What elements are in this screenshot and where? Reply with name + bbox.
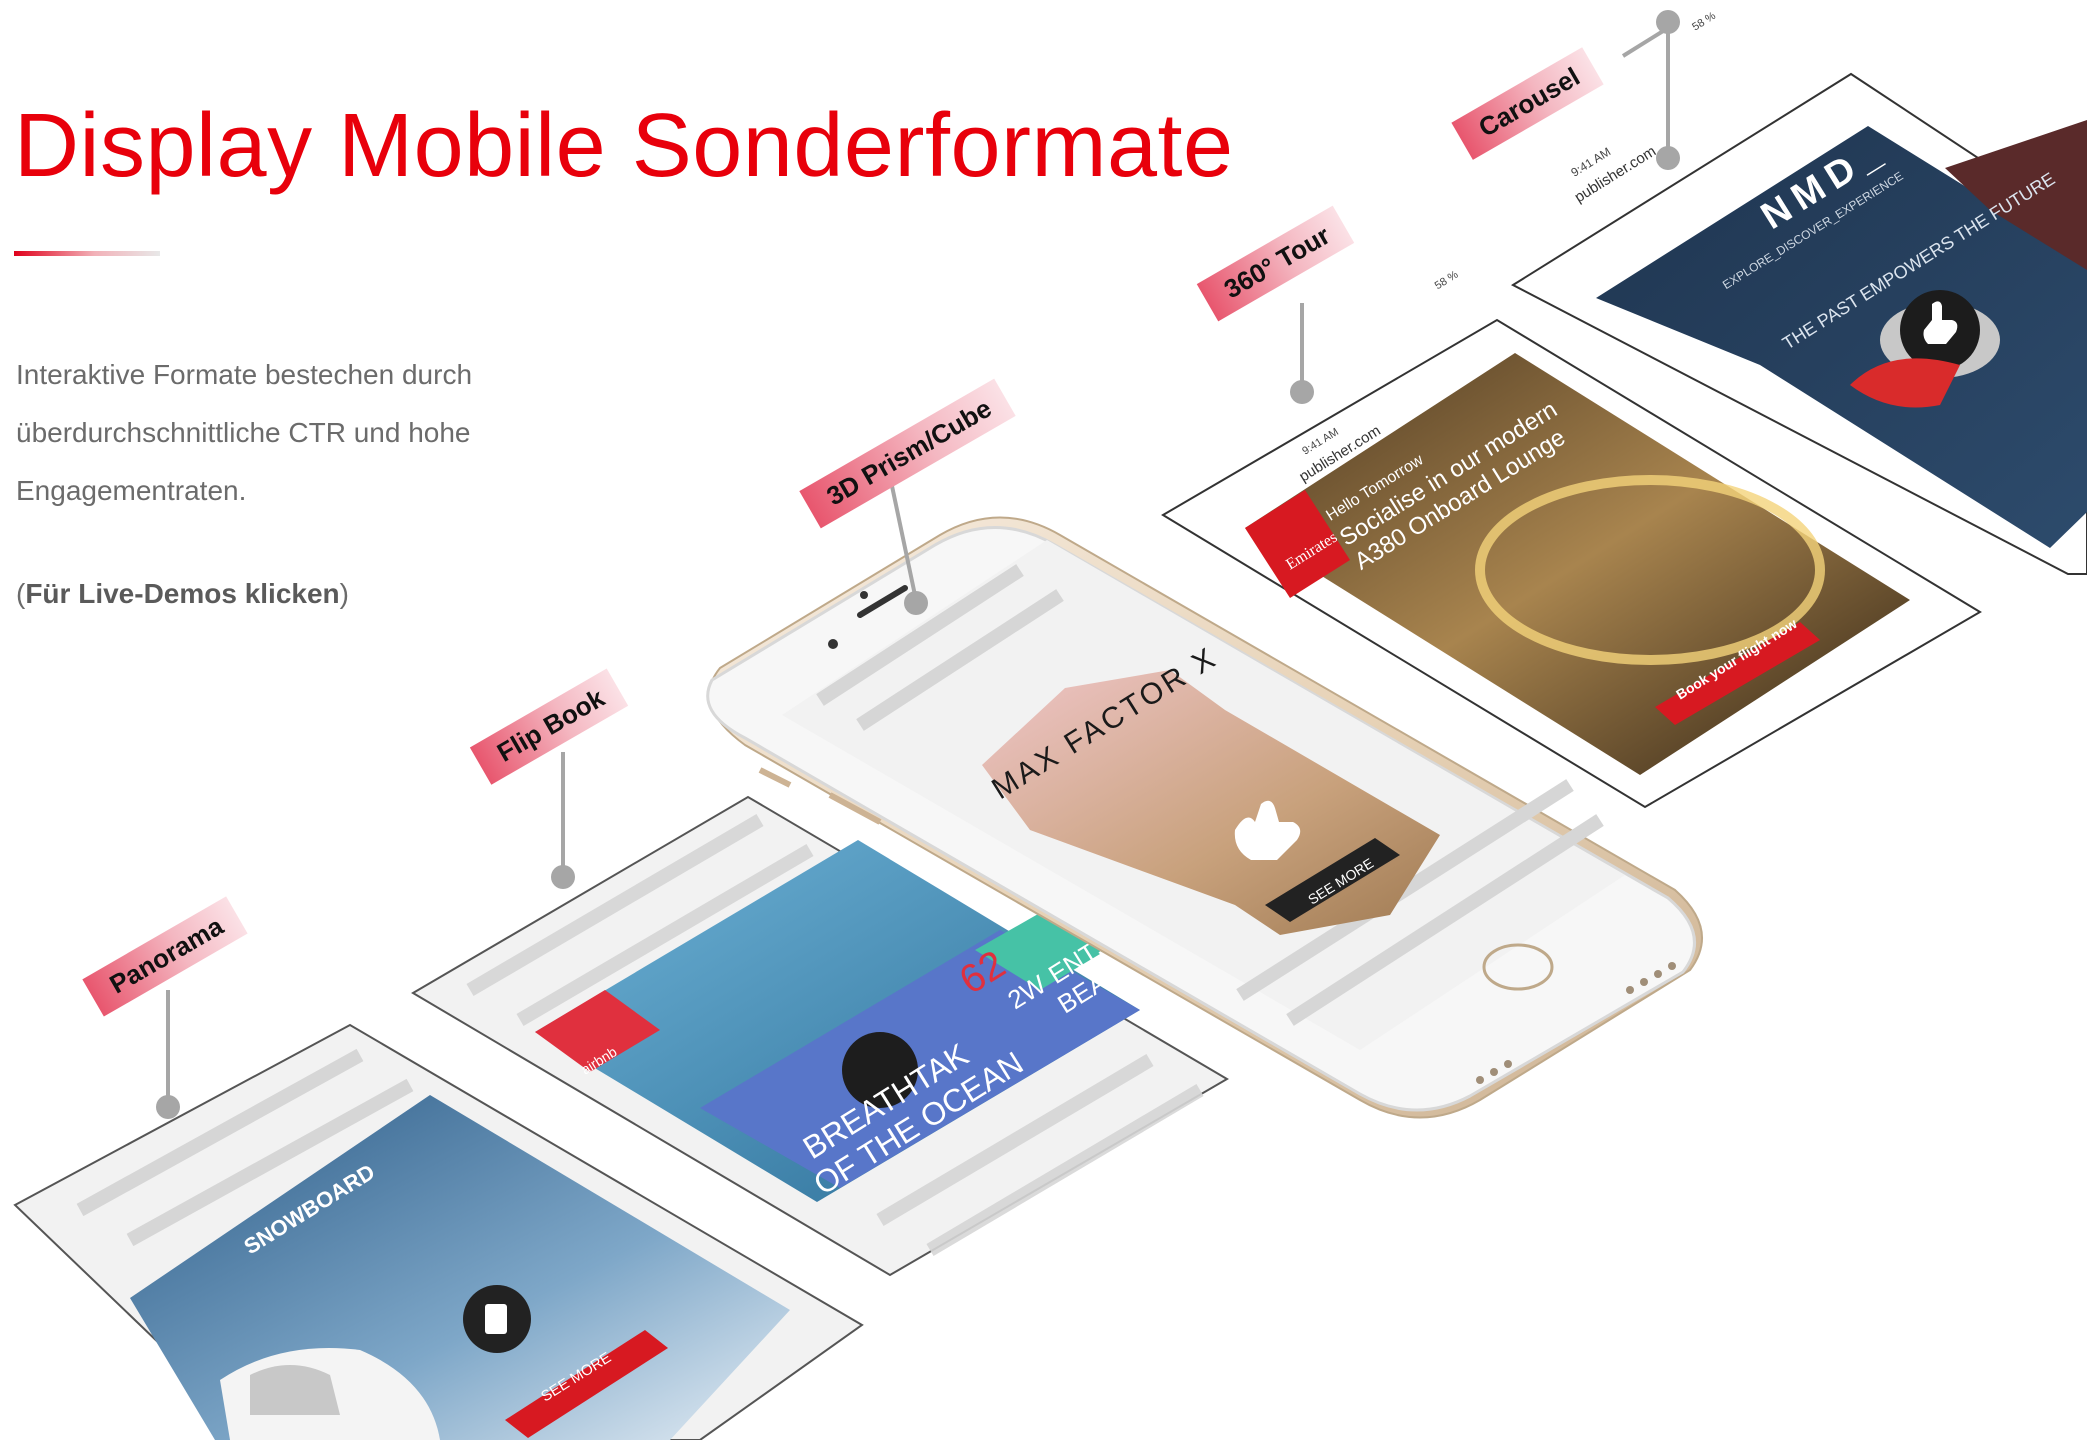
carousel-url: publisher.com (1572, 143, 1660, 206)
carousel-battery: 58 % (1690, 10, 1718, 34)
device-illustration: NMD_ EXPLORE_DISCOVER_EXPERIENCE THE PAS… (13, 10, 2087, 1440)
tour-battery: 58 % (1433, 269, 1461, 293)
tilt-phone-icon (485, 1304, 507, 1334)
